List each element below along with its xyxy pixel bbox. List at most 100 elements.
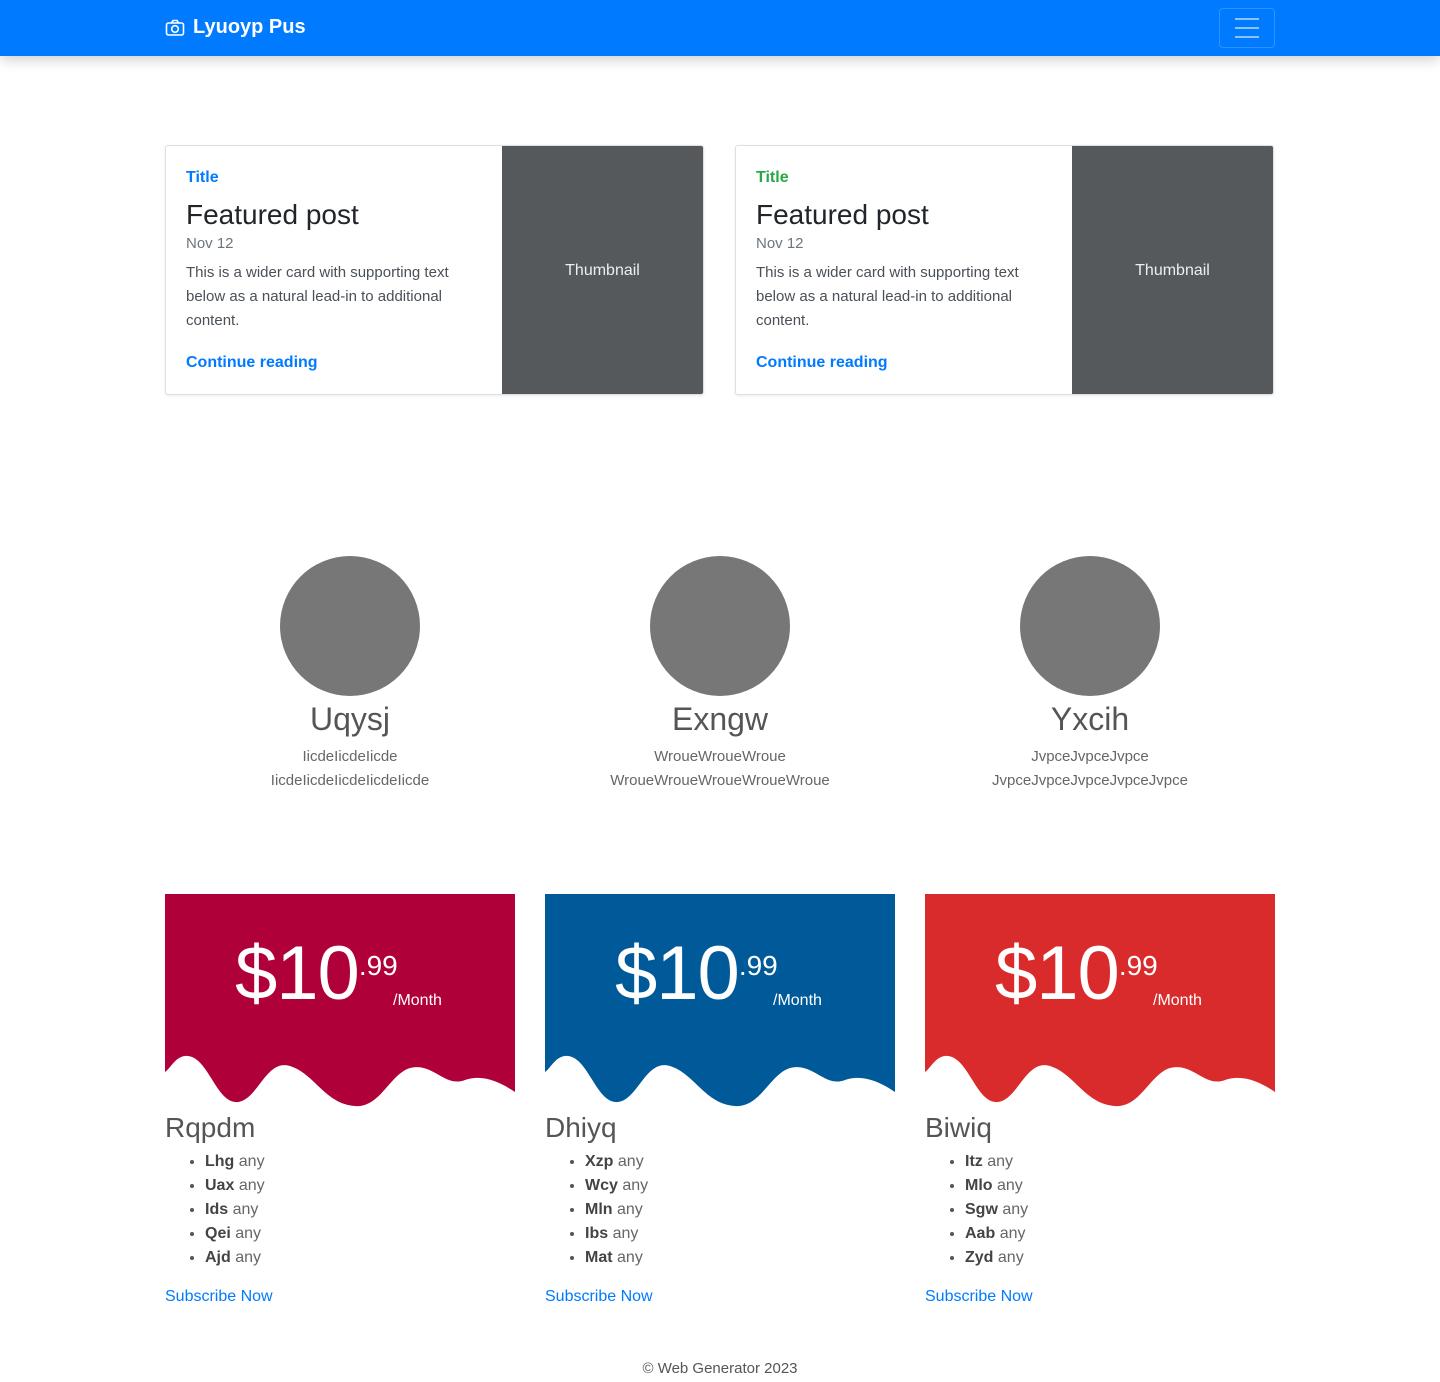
feature-key: Uax xyxy=(205,1177,235,1194)
pricing-plan: $10 .99 /Month Biwiq Itz any Mlo any Sgw… xyxy=(925,894,1275,1305)
feature-key: Ibs xyxy=(585,1225,609,1242)
feature-value: any xyxy=(617,1201,643,1218)
continue-reading-link[interactable]: Continue reading xyxy=(756,354,888,372)
list-item: Ajd any xyxy=(205,1246,265,1270)
price-period: /Month xyxy=(1153,992,1202,1009)
navbar: Lyuoyp Pus xyxy=(0,0,1440,56)
footer: © Web Generator 2023 xyxy=(642,1360,798,1377)
price-amount: $10 xyxy=(995,931,1120,1016)
list-item: Ibs any xyxy=(585,1222,648,1246)
thumbnail-label: Thumbnail xyxy=(565,262,640,279)
feature-value: any xyxy=(238,1153,265,1170)
price-header: $10 .99 /Month xyxy=(925,894,1275,1109)
plan-name: Biwiq xyxy=(925,1112,992,1143)
feature-value: any xyxy=(235,1225,262,1242)
card-text: This is a wider card with supporting tex… xyxy=(186,264,449,329)
list-item: Ids any xyxy=(205,1198,265,1222)
member-line: JvpceJvpceJvpce xyxy=(1031,748,1149,765)
team-member: Exngw WroueWroueWroue WroueWroueWroueWro… xyxy=(570,556,870,793)
subscribe-now-link[interactable]: Subscribe Now xyxy=(925,1288,1033,1306)
list-item: Lhg any xyxy=(205,1150,265,1174)
price-header: $10 .99 /Month xyxy=(165,894,515,1109)
card-thumbnail: Thumbnail xyxy=(1072,146,1273,394)
feature-value: any xyxy=(999,1225,1026,1242)
feature-key: Xzp xyxy=(585,1153,614,1170)
price-cents: .99 xyxy=(738,950,778,981)
feature-value: any xyxy=(232,1201,259,1218)
feature-list: Lhg any Uax any Ids any Qei any Ajd any xyxy=(205,1150,265,1270)
feature-key: Ajd xyxy=(205,1249,231,1266)
card-category: Title xyxy=(756,169,789,186)
price-header: $10 .99 /Month xyxy=(545,894,895,1109)
brand-link[interactable]: Lyuoyp Pus xyxy=(165,16,306,39)
feature-key: Mat xyxy=(585,1249,613,1266)
camera-icon xyxy=(165,19,185,36)
subscribe-now-link[interactable]: Subscribe Now xyxy=(165,1288,273,1306)
member-name: Yxcih xyxy=(1050,701,1130,737)
brand-name: Lyuoyp Pus xyxy=(193,16,306,38)
pricing-plan: $10 .99 /Month Dhiyq Xzp any Wcy any Mln… xyxy=(545,894,895,1305)
plan-name: Rqpdm xyxy=(165,1112,256,1143)
card-date: Nov 12 xyxy=(186,235,234,252)
card-date: Nov 12 xyxy=(756,235,804,252)
avatar xyxy=(280,556,420,696)
card-thumbnail: Thumbnail xyxy=(502,146,703,394)
member-description: IicdeIicdeIicde IicdeIicdeIicdeIicdeIicd… xyxy=(200,745,500,793)
member-name: Uqysj xyxy=(309,701,390,737)
feature-value: any xyxy=(238,1177,265,1194)
feature-key: Aab xyxy=(965,1225,996,1242)
hamburger-menu-icon[interactable] xyxy=(1219,8,1275,48)
member-description: JvpceJvpceJvpce JvpceJvpceJvpceJvpceJvpc… xyxy=(940,745,1240,793)
feature-key: Wcy xyxy=(585,1177,618,1194)
featured-card: Title Featured post Nov 12 This is a wid… xyxy=(165,145,704,395)
list-item: Xzp any xyxy=(585,1150,648,1174)
price-amount: $10 xyxy=(235,931,360,1016)
price-cents: .99 xyxy=(1118,950,1158,981)
feature-value: any xyxy=(987,1153,1014,1170)
list-item: Sgw any xyxy=(965,1198,1028,1222)
list-item: Itz any xyxy=(965,1150,1028,1174)
price: $10 .99 /Month xyxy=(995,931,1202,1016)
feature-value: any xyxy=(617,1249,643,1266)
price: $10 .99 /Month xyxy=(615,931,822,1016)
thumbnail-label: Thumbnail xyxy=(1135,262,1210,279)
feature-key: Mln xyxy=(585,1201,613,1218)
featured-card: Title Featured post Nov 12 This is a wid… xyxy=(735,145,1274,395)
avatar xyxy=(650,556,790,696)
list-item: Mat any xyxy=(585,1246,648,1270)
list-item: Uax any xyxy=(205,1174,265,1198)
feature-key: Lhg xyxy=(205,1153,235,1170)
card-title: Featured post xyxy=(186,199,359,230)
member-name: Exngw xyxy=(671,701,769,737)
team-member: Yxcih JvpceJvpceJvpce JvpceJvpceJvpceJvp… xyxy=(940,556,1240,793)
price: $10 .99 /Month xyxy=(235,931,442,1016)
feature-key: Ids xyxy=(205,1201,229,1218)
pricing-plan: $10 .99 /Month Rqpdm Lhg any Uax any Ids… xyxy=(165,894,515,1305)
feature-value: any xyxy=(617,1153,644,1170)
member-line: WroueWroueWroueWroueWroue xyxy=(610,772,830,789)
feature-list: Itz any Mlo any Sgw any Aab any Zyd any xyxy=(965,1150,1028,1270)
list-item: Mln any xyxy=(585,1198,648,1222)
price-period: /Month xyxy=(393,992,442,1009)
feature-key: Mlo xyxy=(965,1177,993,1194)
toggler-bar xyxy=(1235,18,1259,20)
list-item: Zyd any xyxy=(965,1246,1028,1270)
toggler-bar xyxy=(1235,27,1259,29)
member-line: WroueWroueWroue xyxy=(654,748,786,765)
feature-value: any xyxy=(1002,1201,1029,1218)
price-amount: $10 xyxy=(615,931,740,1016)
feature-list: Xzp any Wcy any Mln any Ibs any Mat any xyxy=(585,1150,648,1270)
member-line: IicdeIicdeIicde xyxy=(302,748,398,765)
price-period: /Month xyxy=(773,992,822,1009)
continue-reading-link[interactable]: Continue reading xyxy=(186,354,318,372)
subscribe-now-link[interactable]: Subscribe Now xyxy=(545,1288,653,1306)
feature-key: Sgw xyxy=(965,1201,998,1218)
feature-key: Itz xyxy=(965,1153,983,1170)
member-description: WroueWroueWroue WroueWroueWroueWroueWrou… xyxy=(570,745,870,793)
card-category: Title xyxy=(186,169,219,186)
feature-key: Qei xyxy=(205,1225,231,1242)
list-item: Qei any xyxy=(205,1222,265,1246)
card-text: This is a wider card with supporting tex… xyxy=(756,264,1019,329)
toggler-bar xyxy=(1235,36,1259,38)
feature-key: Zyd xyxy=(965,1249,994,1266)
